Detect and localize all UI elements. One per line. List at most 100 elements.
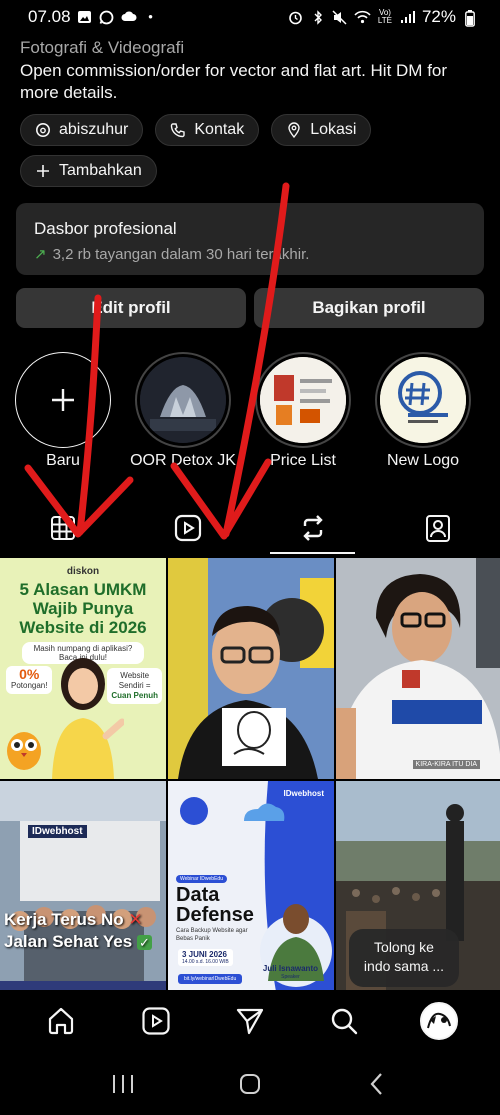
signal-icon [400,10,416,24]
recent-apps-button[interactable] [103,1064,143,1104]
website-line: Cuan Penuh [111,691,158,700]
post-sign: IDwebhost [28,825,87,838]
tab-reels[interactable] [125,500,250,556]
add-link-chip[interactable]: Tambahkan [20,155,157,187]
system-navigation [0,1052,500,1115]
battery-icon [462,10,478,27]
post-image [336,558,500,779]
tab-reposts[interactable] [250,500,375,556]
highlight-label: Price List [270,452,336,469]
phone-icon [171,123,186,138]
tab-grid[interactable] [0,500,125,556]
home-icon [49,1007,74,1035]
grid-icon [50,516,75,540]
recents-icon [113,1074,134,1093]
highlight-cover-image [140,357,226,443]
website-line: Website [120,671,150,680]
dot-icon: • [148,9,153,24]
gallery-notification-icon [77,10,93,24]
search-icon [332,1008,358,1035]
website-line: Sendiri = [118,681,151,690]
profile-category: Fotografi & Videografi [20,38,185,57]
tagged-user-icon [425,515,450,542]
highlight-price-list[interactable]: Price List [248,352,358,470]
registration-link: bit.ly/webinarIDwebEdu [178,974,243,984]
highlight-new[interactable]: Baru [8,352,118,470]
threads-icon [36,123,50,137]
highlight-new-logo[interactable]: New Logo [368,352,478,470]
event-time: 14.00 s.d. 16.00 WIB [182,959,229,965]
post-thumbnail[interactable]: KIRA-KIRA ITU DIA [336,558,500,779]
location-label: Lokasi [310,121,357,138]
alarm-icon [288,10,304,25]
status-bar: 07.08 • Vo) LTE 72% [0,0,500,34]
nav-profile[interactable] [414,996,464,1046]
contact-chip[interactable]: Kontak [155,114,260,146]
home-system-button[interactable] [230,1064,270,1104]
owl-mascot [7,732,41,770]
discount-badge: 0% Potongan! [6,666,53,694]
highlight-label: Baru [46,452,80,469]
bottom-navigation [0,990,500,1052]
nav-home[interactable] [36,996,86,1046]
post-thumbnail[interactable] [168,558,334,779]
post-caption: KIRA-KIRA ITU DIA [412,760,480,769]
edit-profile-button[interactable]: Edit profil [16,288,246,328]
location-pin-icon [288,122,300,138]
event-date: 3 JUNI 2026 14.00 s.d. 16.00 WIB [178,949,233,966]
home-circle-icon [239,1073,260,1094]
bluetooth-icon [310,10,326,25]
post-caption: Kerja Terus No ✕ Jalan Sehat Yes ✓ [4,909,152,954]
profile-bio: Fotografi & Videografi Open commission/o… [20,38,490,104]
title-line: Defense [176,904,254,926]
webinar-pill: Webinar IDwebEdu [176,875,227,883]
cloud-icon [121,10,137,24]
volte-label: Vo) LTE [377,8,392,25]
threads-username: abiszuhur [59,121,129,138]
profile-chips: abiszuhur Kontak Lokasi [20,114,372,146]
nav-reels[interactable] [131,996,181,1046]
check-icon: ✓ [136,935,152,950]
post-thumbnail[interactable]: IDwebhost Webinar IDwebEdu Data Defense … [168,781,334,1002]
nav-direct[interactable] [225,996,275,1046]
event-date-text: 3 JUNI 2026 [182,950,227,959]
contact-label: Kontak [194,121,245,138]
trend-up-icon: ↗ [34,246,47,263]
whatsapp-icon [99,10,115,25]
nav-search[interactable] [319,996,369,1046]
post-brand: IDwebhost [283,789,324,798]
post-thumbnail[interactable]: diskon 5 Alasan UMKM Wajib Punya Website… [0,558,166,779]
story-highlights: Baru OOR Detox JK Price List New Logo [0,352,500,474]
bio-text: Open commission/order for vector and fla… [20,61,448,102]
mute-icon [332,10,348,25]
new-highlight-ring [15,352,111,448]
dashboard-title: Dasbor profesional [34,219,177,238]
caption-line: Jalan Sehat Yes [4,932,133,951]
location-chip[interactable]: Lokasi [271,114,372,146]
caption-line: Kerja Terus No [4,910,124,929]
speaker-role: Speaker [281,974,300,980]
professional-dashboard[interactable]: Dasbor profesional ↗ 3,2 rb tayangan dal… [16,203,484,275]
back-button[interactable] [357,1064,397,1104]
status-time: 07.08 [28,7,71,26]
title-line: Data [176,884,220,906]
add-link-row: Tambahkan [20,155,157,187]
speaker-name: Juli Isnawanto [262,964,318,973]
plus-icon [52,389,74,411]
post-thumbnail[interactable]: IDwebhost Kerja Terus No ✕ Jalan Sehat Y… [0,781,166,1002]
discount-label: Potongan! [11,681,48,690]
back-icon [370,1072,382,1095]
share-profile-button[interactable]: Bagikan profil [254,288,484,328]
tab-tagged[interactable] [375,500,500,556]
cross-icon: ✕ [128,910,143,929]
highlight-cover-image [380,357,466,443]
profile-content-tabs [0,500,500,556]
battery-percent: 72% [421,7,456,26]
highlight-oor-detox[interactable]: OOR Detox JK [128,352,238,470]
post-title: Data Defense [176,885,254,925]
website-badge: Website Sendiri = Cuan Penuh [107,668,162,704]
post-headline: 5 Alasan UMKM Wajib Punya Website di 202… [19,580,147,637]
send-icon [236,1008,264,1035]
threads-chip[interactable]: abiszuhur [20,114,144,146]
comment-tooltip[interactable]: Tolong ke indo sama ... [349,929,459,987]
